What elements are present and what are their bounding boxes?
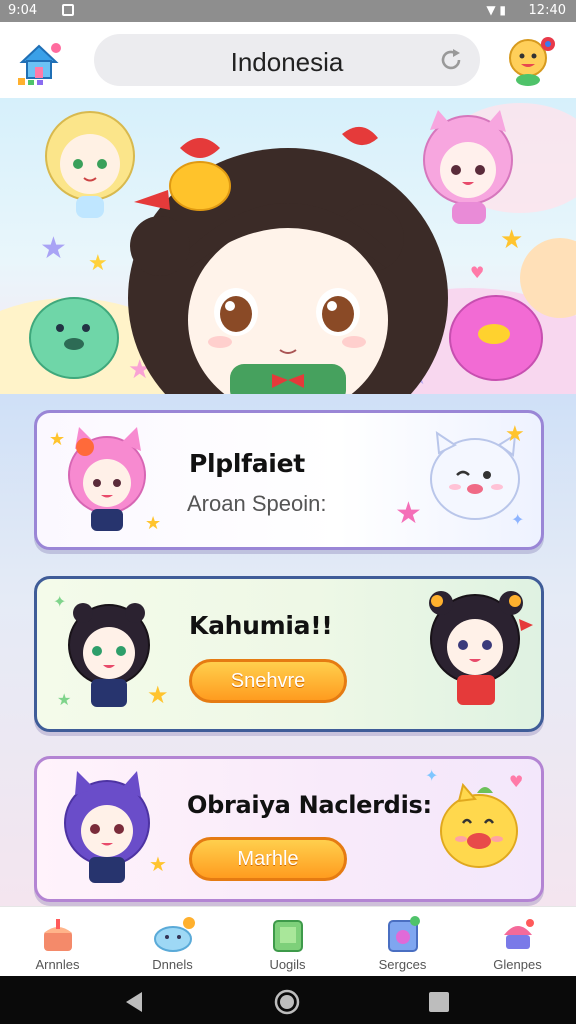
nav-label: Glenpes (493, 957, 542, 972)
nav-label: Arnnles (35, 957, 80, 972)
svg-text:★: ★ (145, 513, 161, 534)
svg-text:♥: ♥ (509, 772, 523, 791)
card-item-3[interactable]: ★ Obraiya Naclerdis: Marhle ♥ ✦ (34, 756, 544, 902)
pink-blob-character (449, 295, 543, 381)
card-title: Obraiya Naclerdis: (187, 791, 432, 819)
green-monster-character (29, 297, 119, 379)
game-card-icon (388, 916, 420, 952)
svg-text:★: ★ (40, 231, 67, 266)
svg-text:✦: ✦ (53, 592, 66, 611)
main-character (128, 126, 448, 394)
yellow-creature-thumbnail: ♥ ✦ (425, 766, 523, 868)
cupcake-icon (504, 919, 534, 949)
notification-icon (62, 4, 74, 16)
home-button[interactable] (14, 38, 64, 88)
hero-banner: ★ ★ ★ ★ ★ ♥ (0, 98, 576, 394)
nav-label: Sergces (378, 957, 427, 972)
status-bar: 9:04 ▼ ▮ 12:40 (0, 0, 576, 22)
svg-text:★: ★ (395, 496, 422, 531)
blonde-character (45, 111, 135, 218)
app-header: Indonesia (0, 22, 576, 98)
cake-icon (44, 919, 72, 951)
svg-text:★: ★ (149, 852, 167, 876)
avatar (509, 37, 555, 86)
cloud-icon (154, 917, 195, 952)
status-time-left: 9:04 (8, 3, 38, 18)
home-house-icon (18, 43, 61, 85)
content-list: ★ ★ Plplfaiet Aroan Speoin: ★ ★ ✦ ★ ★ ✦ … (0, 394, 576, 906)
bottom-navigation: Arnnles Dnnels Uogils Sergces Glenpes (0, 906, 576, 976)
svg-text:★: ★ (57, 690, 71, 709)
svg-text:♥: ♥ (470, 263, 484, 282)
gift-box-icon (273, 920, 303, 952)
dark-hair-girl-thumbnail: ★ ★ ✦ (53, 592, 169, 709)
recents-icon[interactable] (428, 991, 450, 1013)
refresh-icon[interactable] (438, 47, 464, 73)
nav-item-uogils[interactable]: Uogils (230, 907, 345, 977)
purple-hair-girl-thumbnail: ★ (64, 771, 167, 883)
hero-illustration: ★ ★ ★ ★ ★ ♥ (0, 103, 576, 394)
nav-label: Dnnels (152, 957, 193, 972)
svg-text:★: ★ (147, 681, 169, 709)
system-navigation-bar (0, 976, 576, 1024)
nav-item-sergces[interactable]: Sergces (345, 907, 460, 977)
card-item-2[interactable]: ★ ★ ✦ Kahumia!! Snehvre (34, 576, 544, 732)
svg-text:★: ★ (88, 251, 108, 276)
svg-text:★: ★ (49, 429, 65, 450)
card-title: Kahumia!! (189, 611, 333, 640)
white-ghost-thumbnail: ★ ★ ✦ (395, 422, 525, 531)
card-action-button[interactable]: Marhle (189, 837, 347, 881)
svg-text:★: ★ (505, 422, 525, 447)
search-input[interactable]: Indonesia (94, 47, 480, 78)
svg-text:✦: ✦ (511, 510, 524, 529)
home-circle-icon[interactable] (274, 989, 300, 1015)
nav-label: Uogils (269, 957, 306, 972)
red-dress-girl-thumbnail (429, 591, 533, 705)
card-item-1[interactable]: ★ ★ Plplfaiet Aroan Speoin: ★ ★ ✦ (34, 410, 544, 550)
status-time-right: 12:40 (528, 3, 566, 18)
back-icon[interactable] (122, 990, 146, 1014)
search-field[interactable]: Indonesia (94, 34, 480, 86)
nav-item-dnnels[interactable]: Dnnels (115, 907, 230, 977)
card-action-button[interactable]: Snehvre (189, 659, 347, 703)
svg-text:★: ★ (500, 225, 523, 255)
svg-text:✦: ✦ (425, 766, 438, 785)
profile-avatar-button[interactable] (504, 34, 558, 88)
nav-item-glenpes[interactable]: Glenpes (460, 907, 575, 977)
card-subtitle: Aroan Speoin: (187, 491, 327, 516)
signal-battery-icons: ▼ ▮ (486, 3, 506, 17)
pink-girl-thumbnail: ★ ★ (49, 427, 161, 534)
nav-item-arnnles[interactable]: Arnnles (0, 907, 115, 977)
card-title: Plplfaiet (189, 449, 305, 478)
